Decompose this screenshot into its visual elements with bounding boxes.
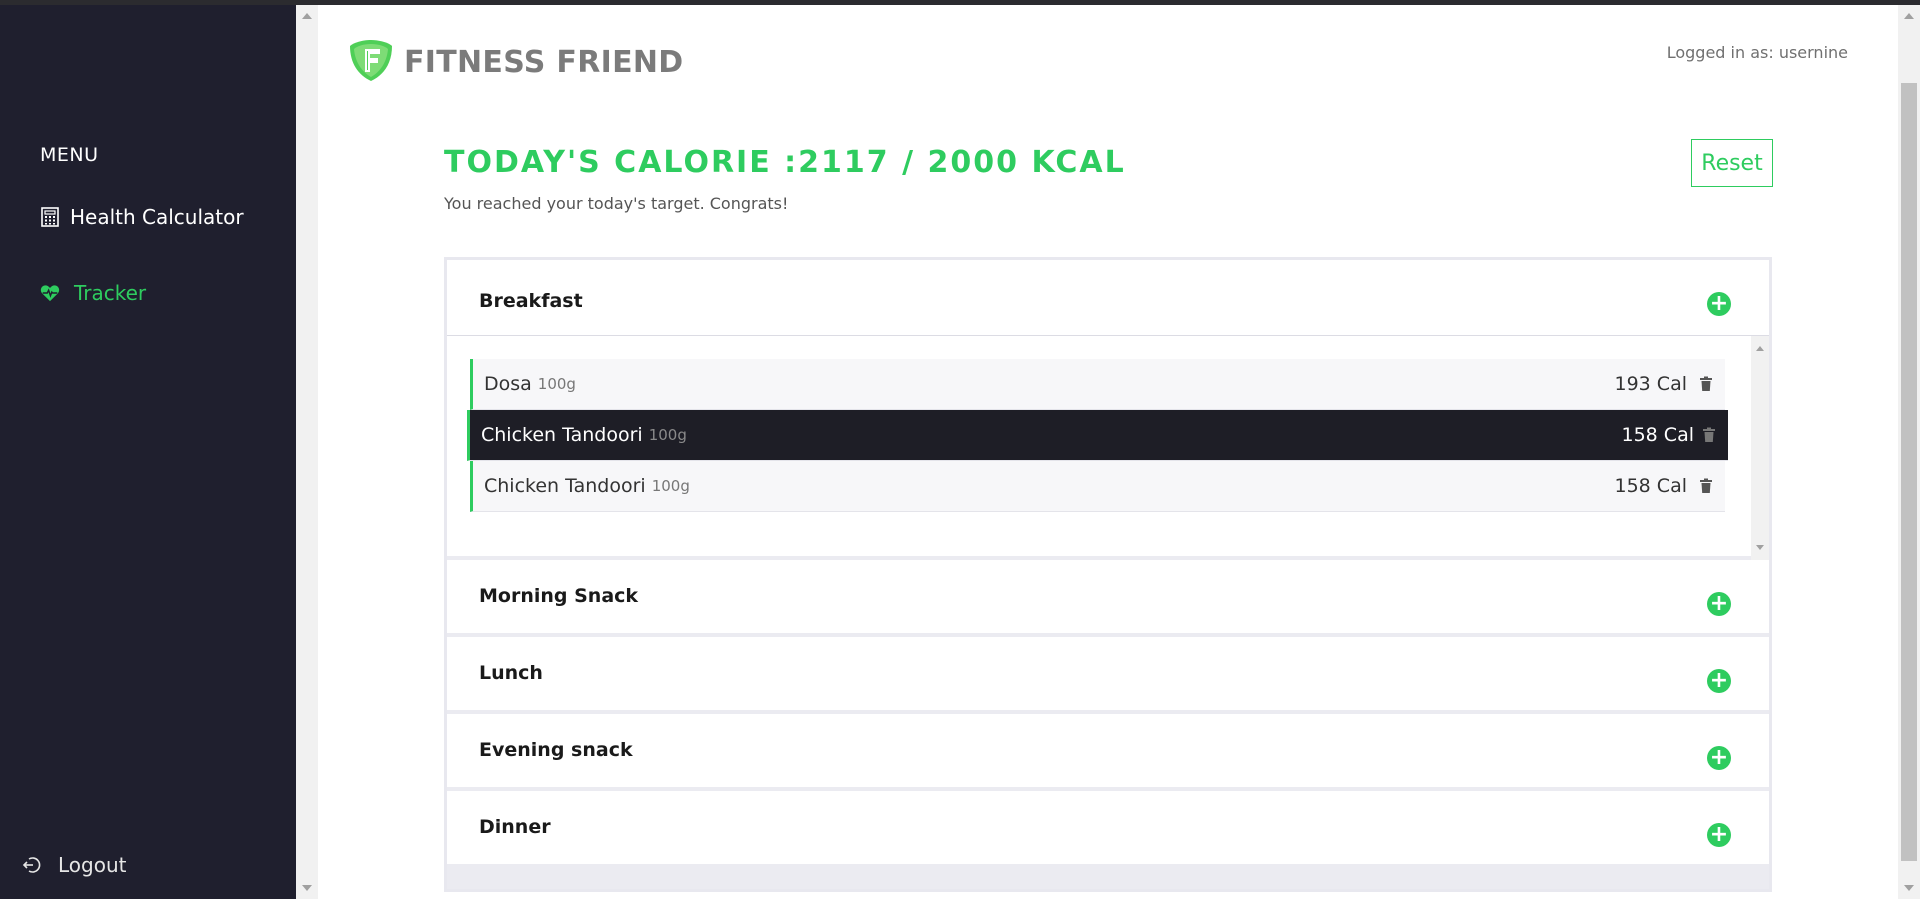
scroll-down-arrow-icon[interactable] xyxy=(302,885,312,891)
page-title: TODAY'S CALORIE :2117 / 2000 KCAL xyxy=(444,145,1126,180)
food-item[interactable]: Dosa 100g 193 Cal xyxy=(470,359,1725,410)
scrollbar-thumb[interactable] xyxy=(1901,83,1917,861)
add-food-icon[interactable]: + xyxy=(1707,669,1731,693)
meal-header-dinner[interactable]: Dinner + xyxy=(447,791,1769,868)
brand-name: FITNESS FRIEND xyxy=(404,44,684,80)
scroll-down-arrow-icon[interactable] xyxy=(1756,545,1764,550)
sidebar-item-label: Health Calculator xyxy=(70,205,244,229)
food-name: Dosa xyxy=(484,373,532,395)
add-food-icon[interactable]: + xyxy=(1707,823,1731,847)
trash-icon[interactable] xyxy=(1699,376,1713,392)
logout-label: Logout xyxy=(58,853,127,877)
food-item[interactable]: Chicken Tandoori 100g 158 Cal xyxy=(470,461,1725,512)
food-calories: 158 Cal xyxy=(1621,424,1695,446)
scroll-up-arrow-icon[interactable] xyxy=(302,13,312,19)
scroll-up-arrow-icon[interactable] xyxy=(1756,346,1764,351)
scroll-up-arrow-icon[interactable] xyxy=(1904,13,1914,19)
logout-icon xyxy=(22,855,42,875)
meal-title: Breakfast xyxy=(479,290,583,312)
add-food-icon[interactable]: + xyxy=(1707,292,1731,316)
brand-logo[interactable]: FITNESS FRIEND xyxy=(348,37,684,87)
add-food-icon[interactable]: + xyxy=(1707,592,1731,616)
meal-header-breakfast[interactable]: Breakfast + xyxy=(447,260,1769,336)
sidebar-item-tracker[interactable]: Tracker xyxy=(40,281,146,305)
scroll-down-arrow-icon[interactable] xyxy=(1904,885,1914,891)
reset-button[interactable]: Reset xyxy=(1691,139,1773,187)
meal-title: Evening snack xyxy=(479,739,633,761)
meals-accordion: Breakfast + Dosa 100g 193 Cal Chicken Ta… xyxy=(444,257,1772,892)
food-quantity: 100g xyxy=(537,375,576,393)
meal-title: Lunch xyxy=(479,662,543,684)
food-list: Dosa 100g 193 Cal Chicken Tandoori 100g … xyxy=(467,359,1728,512)
meal-header-evening-snack[interactable]: Evening snack + xyxy=(447,714,1769,791)
meal-header-morning-snack[interactable]: Morning Snack + xyxy=(447,560,1769,637)
target-message: You reached your today's target. Congrat… xyxy=(444,194,789,213)
food-quantity: 100g xyxy=(651,477,690,495)
sidebar-item-health-calculator[interactable]: Health Calculator xyxy=(40,205,244,229)
logout-button[interactable]: Logout xyxy=(22,853,126,877)
sidebar-scrollbar[interactable] xyxy=(296,5,318,899)
food-list-scrollbar[interactable] xyxy=(1751,336,1769,560)
food-item[interactable]: Chicken Tandoori 100g 158 Cal xyxy=(467,410,1728,461)
trash-icon[interactable] xyxy=(1699,478,1713,494)
food-name: Chicken Tandoori xyxy=(484,475,646,497)
sidebar-item-label: Tracker xyxy=(74,281,147,305)
meal-title: Morning Snack xyxy=(479,585,639,607)
sidebar: MENU Health Calculator Tracker Logout xyxy=(0,5,296,899)
logo-shield-icon xyxy=(348,37,394,87)
food-calories: 193 Cal xyxy=(1614,373,1688,395)
add-food-icon[interactable]: + xyxy=(1707,746,1731,770)
page-scrollbar[interactable] xyxy=(1898,5,1920,899)
calculator-icon xyxy=(40,207,60,227)
main-content: FITNESS FRIEND Logged in as: usernine TO… xyxy=(318,5,1898,899)
meal-header-lunch[interactable]: Lunch + xyxy=(447,637,1769,714)
heartbeat-icon xyxy=(40,283,60,303)
meal-title: Dinner xyxy=(479,816,551,838)
food-name: Chicken Tandoori xyxy=(481,424,643,446)
breakfast-food-list: Dosa 100g 193 Cal Chicken Tandoori 100g … xyxy=(447,336,1769,560)
menu-title: MENU xyxy=(40,144,99,166)
trash-icon[interactable] xyxy=(1702,427,1716,443)
food-quantity: 100g xyxy=(648,426,687,444)
food-calories: 158 Cal xyxy=(1614,475,1688,497)
logged-in-user: Logged in as: usernine xyxy=(1666,43,1848,62)
